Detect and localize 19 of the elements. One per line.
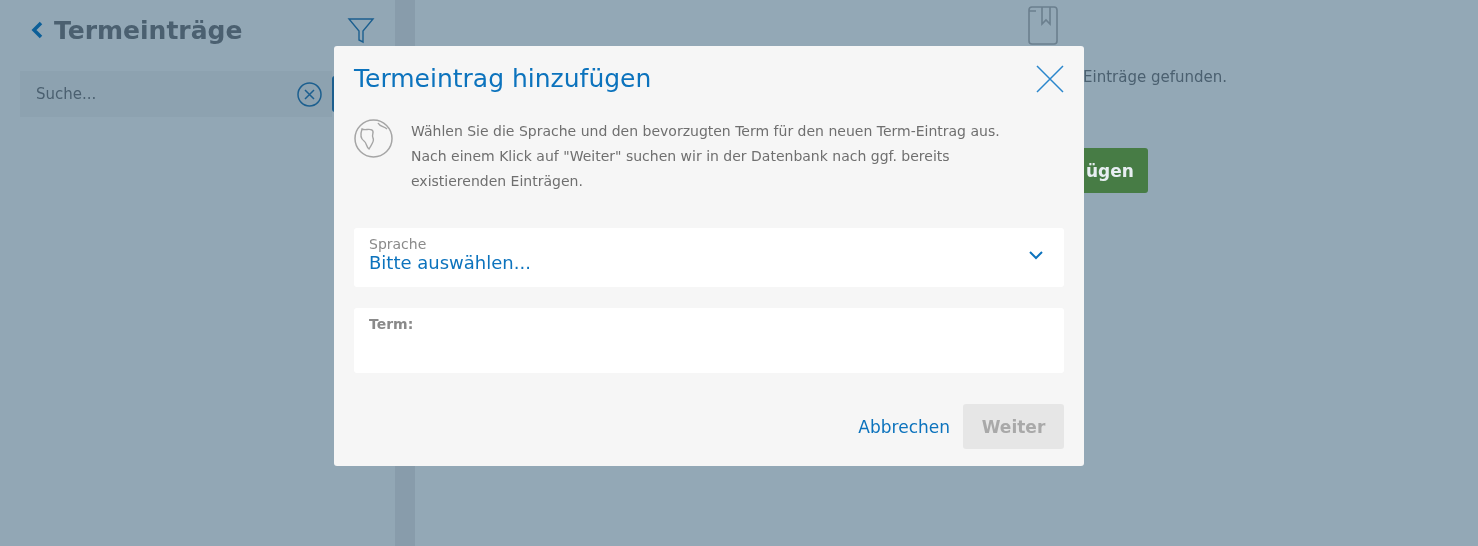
empty-message: Einträge gefunden.	[1083, 68, 1227, 86]
back-icon[interactable]	[30, 20, 44, 40]
cancel-button[interactable]: Abbrechen	[858, 412, 950, 441]
close-button[interactable]	[1036, 64, 1064, 93]
search-field[interactable]: Suche...	[34, 84, 297, 104]
search-bar[interactable]: Suche...	[20, 71, 332, 117]
language-select[interactable]: Sprache Bitte auswählen...	[354, 228, 1064, 287]
field-label: Sprache	[369, 236, 428, 252]
field-label: Term:	[369, 316, 414, 332]
select-value: Bitte auswählen...	[369, 252, 532, 273]
globe-icon	[354, 119, 393, 158]
chevron-down-icon	[1028, 250, 1044, 260]
sidebar-title: Termeinträge	[54, 15, 244, 45]
term-field[interactable]: Term:	[354, 308, 1064, 373]
dialog-title: Termeintrag hinzufügen	[354, 64, 652, 93]
filter-icon[interactable]	[347, 16, 375, 44]
clear-icon[interactable]	[297, 81, 322, 107]
bookmark-book-icon	[1028, 6, 1058, 46]
dialog-description: Wählen Sie die Sprache und den bevorzugten Term für den neuen Term-Eintrag aus. Nach einem Klick auf "Weiter" suchen wir in der Datenbank nach ggf. bereits existierenden Einträgen.	[411, 122, 1001, 191]
